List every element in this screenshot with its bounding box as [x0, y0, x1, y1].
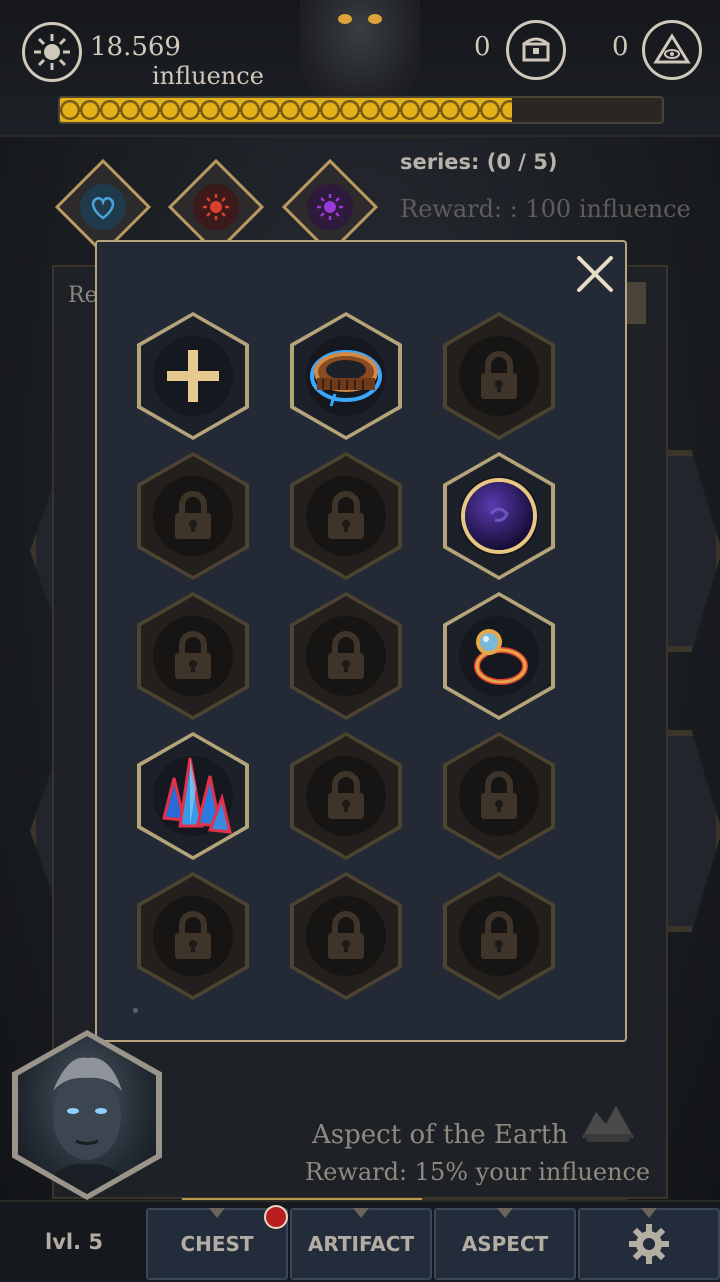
- locked-slot[interactable]: [290, 872, 402, 1000]
- top-bar: 18.569 influence 0 0: [0, 0, 720, 137]
- tab-aspect[interactable]: ASPECT: [434, 1208, 576, 1280]
- settings-button[interactable]: [578, 1208, 720, 1280]
- locked-slot[interactable]: [137, 872, 249, 1000]
- tab-notch: [641, 1208, 657, 1218]
- locked-slot[interactable]: [290, 452, 402, 580]
- tab-artifact-label: ARTIFACT: [307, 1232, 415, 1256]
- map-icon[interactable]: [578, 1098, 638, 1150]
- locked-slot[interactable]: [290, 592, 402, 720]
- tab-notch: [353, 1208, 369, 1218]
- sun-icon: [193, 184, 239, 230]
- heart-icon: [80, 184, 126, 230]
- gear-icon: [629, 1224, 669, 1264]
- lock-icon: [290, 732, 402, 860]
- sun-purple-icon: [307, 184, 353, 230]
- dark-orb-icon: [443, 452, 555, 580]
- series-progress: series: (0 / 5): [400, 150, 558, 174]
- close-icon: [577, 256, 613, 292]
- artifact-slot[interactable]: [290, 312, 402, 440]
- lock-icon: [443, 872, 555, 1000]
- locked-slot[interactable]: [290, 732, 402, 860]
- aspect-count: 0: [612, 32, 629, 62]
- artifact-slot[interactable]: [137, 732, 249, 860]
- artifact-slot[interactable]: [443, 592, 555, 720]
- tab-chest-label: CHEST: [180, 1232, 254, 1256]
- lock-icon: [137, 452, 249, 580]
- tab-notch: [209, 1208, 225, 1218]
- player-level: lvl. 5: [45, 1230, 103, 1254]
- locked-slot[interactable]: [137, 452, 249, 580]
- artifact-slot[interactable]: [443, 452, 555, 580]
- skull-eye: [368, 14, 382, 24]
- bracelet-icon: [290, 312, 402, 440]
- underlying-panel-label: Re: [68, 283, 98, 308]
- add-artifact-slot[interactable]: [137, 312, 249, 440]
- locked-slot[interactable]: [137, 592, 249, 720]
- chest-icon[interactable]: [506, 20, 566, 80]
- tab-aspect-label: ASPECT: [461, 1232, 549, 1256]
- artifact-modal: [95, 240, 627, 1042]
- ring-icon: [443, 592, 555, 720]
- locked-slot[interactable]: [443, 312, 555, 440]
- influence-label: influence: [152, 62, 264, 90]
- lock-icon: [290, 452, 402, 580]
- series-reward: Reward: : 100 influence: [400, 195, 691, 223]
- lock-icon: [290, 592, 402, 720]
- scroll-indicator: [133, 1008, 138, 1013]
- avatar-image: [18, 1036, 156, 1194]
- lock-icon: [137, 592, 249, 720]
- lock-icon: [443, 312, 555, 440]
- skull-ornament: [300, 0, 420, 105]
- plus-icon: [137, 312, 249, 440]
- locked-slot[interactable]: [443, 872, 555, 1000]
- influence-progress-fill: [60, 98, 512, 122]
- skull-eye: [338, 14, 352, 24]
- influence-progress-bar: [58, 96, 664, 124]
- locked-slot[interactable]: [443, 732, 555, 860]
- tab-artifact[interactable]: ARTIFACT: [290, 1208, 432, 1280]
- lock-icon: [290, 872, 402, 1000]
- lock-icon: [137, 872, 249, 1000]
- lock-icon: [443, 732, 555, 860]
- close-button[interactable]: [573, 252, 617, 296]
- notification-badge: [264, 1205, 288, 1229]
- sun-icon[interactable]: [22, 22, 82, 82]
- tab-notch: [497, 1208, 513, 1218]
- crystal-icon: [137, 732, 249, 860]
- influence-value: 18.569: [90, 32, 181, 62]
- aspect-reward: Reward: 15% your influence: [305, 1158, 651, 1186]
- chest-count: 0: [474, 32, 491, 62]
- eye-triangle-icon[interactable]: [642, 20, 702, 80]
